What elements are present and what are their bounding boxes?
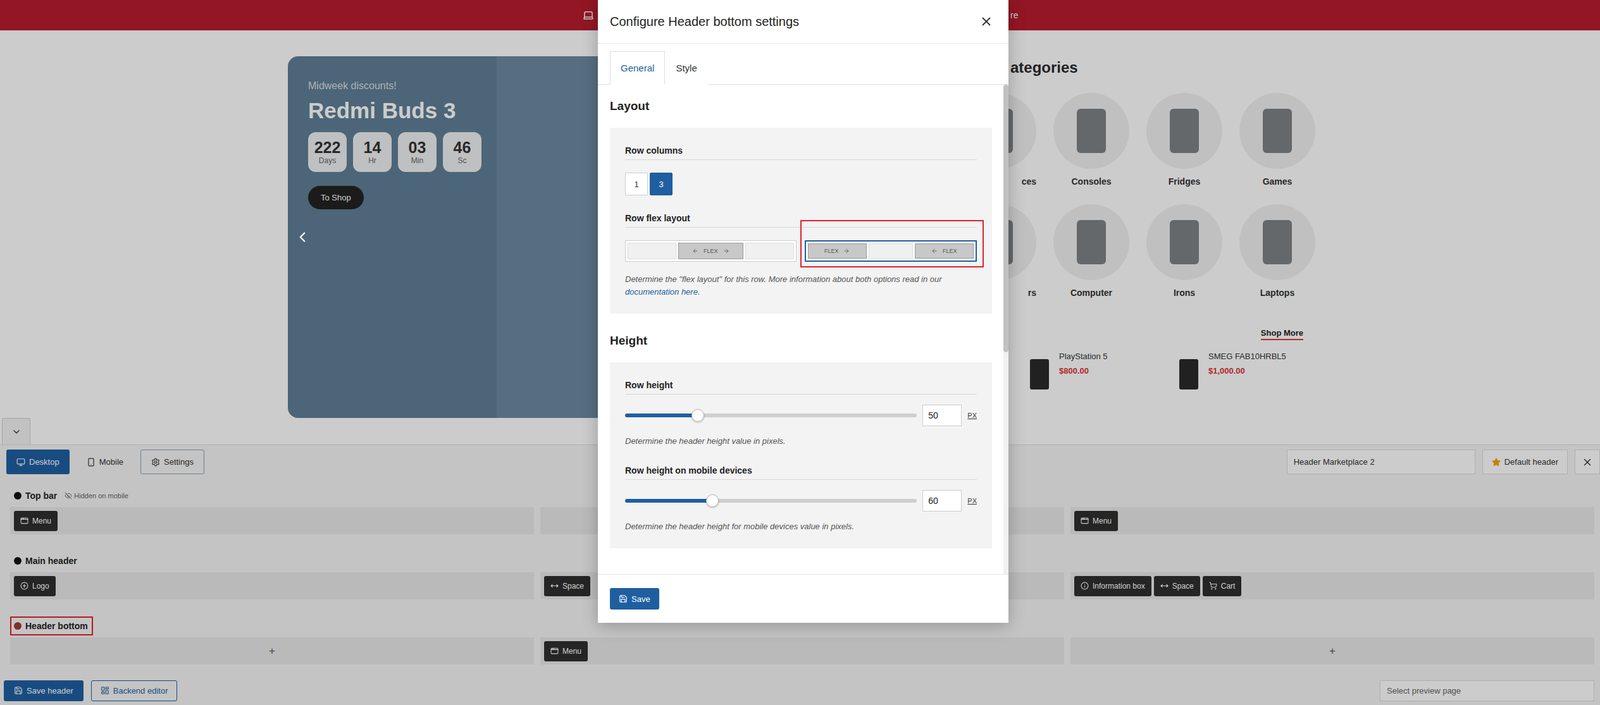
slider-fill (625, 499, 713, 503)
flex-cell: FLEX (914, 243, 974, 259)
save-icon (618, 594, 628, 604)
close-button[interactable] (979, 14, 994, 29)
slider[interactable] (625, 404, 917, 427)
tab-bar: GeneralStyle (597, 43, 1009, 85)
empty-cell (627, 242, 677, 260)
slider-fill (625, 413, 698, 418)
modal-header: Configure Header bottom settings (597, 0, 1009, 44)
value-input[interactable]: 50 (922, 404, 962, 427)
settings-card: Row height 50 PX Determine the header heigh… (609, 362, 993, 549)
slider-thumb[interactable] (691, 409, 705, 422)
flex-label: FLEX (703, 248, 719, 255)
close-icon (979, 14, 994, 29)
empty-cell (745, 242, 794, 260)
flex-layout-option[interactable]: FLEX FLEX (804, 240, 978, 262)
arrow-right-icon (723, 248, 730, 255)
modal-title: Configure Header bottom settings (609, 14, 800, 30)
prev-button[interactable] (294, 229, 311, 246)
value-input[interactable]: 60 (922, 490, 962, 512)
column-option[interactable]: 3 (649, 172, 673, 196)
flex-layout-option[interactable]: FLEX (625, 240, 797, 262)
slider-thumb[interactable] (706, 494, 719, 508)
settings-card: Row columns13Row flex layoutFLEXFLEXFLEX… (609, 127, 993, 314)
slider-row: 60 PX (625, 490, 977, 512)
chevron-left-icon (294, 229, 311, 246)
screen: reMidweek discounts!Redmi Buds 3222Days1… (0, 0, 1600, 705)
modal-footer: Save (597, 574, 1009, 624)
flex-cell: FLEX (807, 243, 867, 259)
section-title: Layout (609, 84, 993, 128)
field-description: Determine the "flex layout" for this row… (625, 273, 977, 299)
arrow-right-icon (843, 248, 850, 255)
slider[interactable] (625, 490, 917, 512)
unit-label: PX (967, 497, 977, 505)
flex-label: FLEX (942, 248, 958, 255)
scrollbar-thumb[interactable] (1003, 84, 1009, 353)
highlight-annotation (800, 220, 985, 268)
field-label: Row height (625, 362, 977, 395)
empty-cell (868, 243, 913, 259)
slider-row: 50 PX (625, 404, 977, 427)
field-label: Row height on mobile devices (625, 447, 977, 481)
field-label: Row flex layout (625, 195, 977, 228)
modal-content: LayoutRow columns13Row flex layoutFLEXFL… (597, 84, 1004, 575)
save-button[interactable]: Save (609, 588, 660, 610)
column-options: 13 (625, 172, 977, 196)
modal-body: LayoutRow columns13Row flex layoutFLEXFL… (597, 84, 1009, 575)
field-description: Determine the header height for mobile d… (625, 520, 977, 534)
flex-layout-options: FLEX FLEX FLEX (625, 240, 977, 262)
flex-cell: FLEX (678, 242, 744, 260)
slider-track (625, 499, 917, 503)
slider-track (625, 413, 917, 418)
field-label: Row columns (625, 127, 977, 161)
scrollbar[interactable] (1003, 84, 1009, 575)
unit-label: PX (967, 411, 977, 420)
settings-modal: Configure Header bottom settingsGeneralS… (597, 0, 1009, 624)
arrow-left-icon (692, 248, 699, 255)
section-title: Height (609, 319, 993, 363)
arrow-left-icon (931, 248, 938, 255)
field-description: Determine the header height value in pix… (625, 435, 977, 448)
tab[interactable]: Style (664, 51, 708, 85)
tab[interactable]: General (609, 51, 665, 85)
documentation-link[interactable]: documentation here (625, 287, 698, 297)
flex-label: FLEX (824, 248, 839, 255)
column-option[interactable]: 1 (625, 172, 648, 196)
